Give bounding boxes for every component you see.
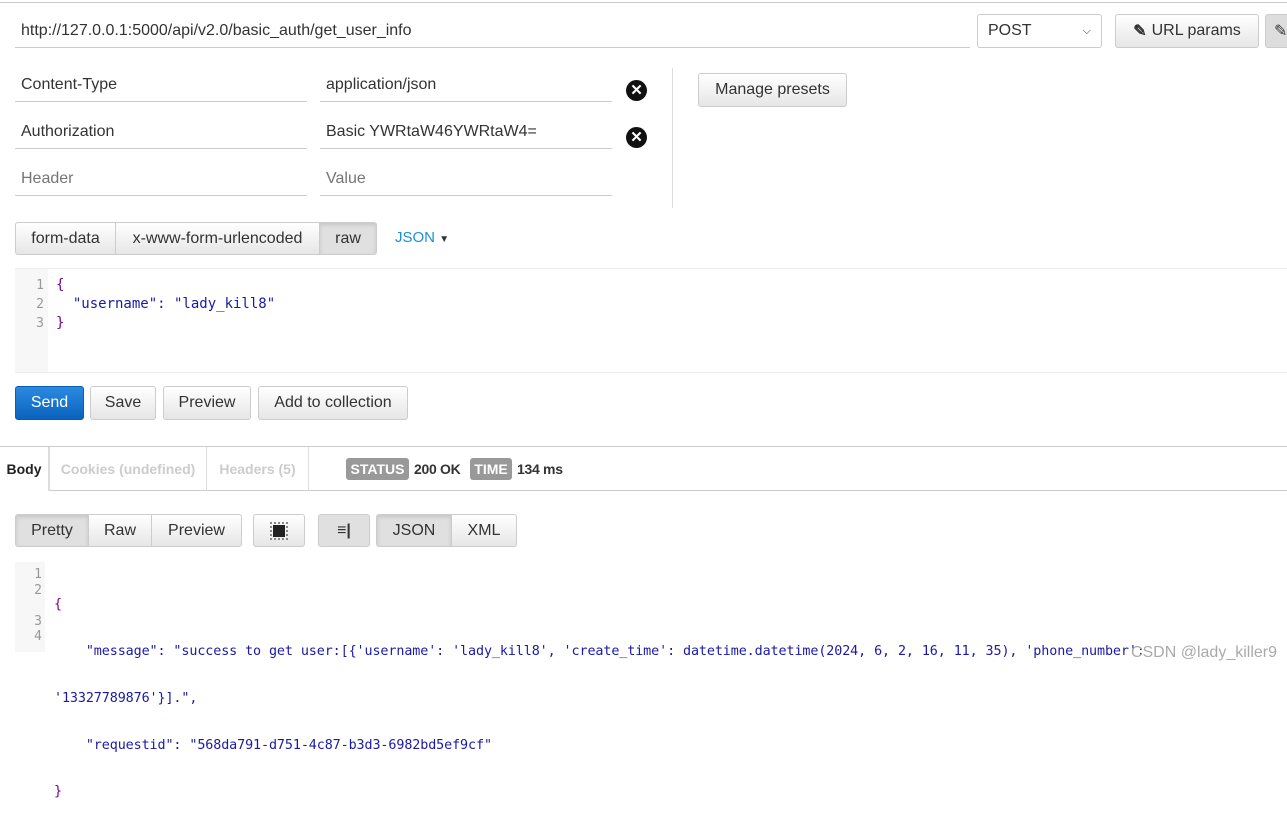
code-line: "message": "success to get user:[{'usern… bbox=[54, 643, 1145, 659]
url-input[interactable] bbox=[15, 14, 970, 48]
view-preview[interactable]: Preview bbox=[152, 515, 241, 546]
watermark: CSDN @lady_killer9 bbox=[1130, 644, 1277, 661]
header-value-input[interactable] bbox=[320, 115, 612, 149]
new-header-key-input[interactable] bbox=[15, 162, 307, 196]
code-line: "username": "lady_kill8" bbox=[56, 296, 276, 312]
url-params-button[interactable]: ✎ URL params bbox=[1115, 14, 1259, 48]
add-to-collection-button[interactable]: Add to collection bbox=[258, 386, 408, 420]
view-mode-group: Pretty Raw Preview bbox=[15, 514, 242, 547]
tab-cookies[interactable]: Cookies (undefined) bbox=[49, 447, 207, 491]
wrap-lines-icon: ≡| bbox=[337, 521, 351, 539]
line-number: 2 bbox=[34, 582, 42, 598]
code-line: "requestid": "568da791-d751-4c87-b3d3-69… bbox=[54, 737, 492, 753]
line-number: 1 bbox=[34, 567, 42, 582]
top-divider bbox=[0, 2, 1287, 3]
format-group: JSON XML bbox=[376, 514, 517, 547]
more-button[interactable]: ✎ bbox=[1265, 14, 1287, 48]
caret-down-icon: ▼ bbox=[439, 234, 450, 245]
chevron-down-icon: ⌵ bbox=[1082, 24, 1091, 37]
time-badge: TIME bbox=[470, 458, 512, 480]
request-body-code: { "username": "lady_kill8" } bbox=[56, 276, 275, 333]
url-params-label: URL params bbox=[1151, 22, 1241, 39]
save-button[interactable]: Save bbox=[90, 386, 156, 420]
body-mode-form-data[interactable]: form-data bbox=[16, 223, 116, 254]
raw-type-label: JSON bbox=[395, 229, 436, 246]
body-mode-group: form-data x-www-form-urlencoded raw bbox=[15, 222, 377, 255]
line-number bbox=[15, 598, 42, 614]
tab-body[interactable]: Body bbox=[0, 447, 49, 491]
divider bbox=[672, 68, 673, 208]
wrap-lines-button[interactable]: ≡| bbox=[318, 514, 370, 547]
edit-icon: ✎ bbox=[1274, 23, 1287, 40]
raw-type-dropdown[interactable]: JSON ▼ bbox=[395, 229, 449, 246]
time-value: 134 ms bbox=[517, 461, 563, 477]
header-key-input[interactable] bbox=[15, 115, 307, 149]
body-mode-urlencoded[interactable]: x-www-form-urlencoded bbox=[116, 223, 320, 254]
delete-header-icon[interactable]: ✕ bbox=[626, 80, 647, 101]
response-gutter: 1 2 3 4 bbox=[15, 562, 45, 652]
header-key-input[interactable] bbox=[15, 68, 307, 102]
response-body-code: { "message": "success to get user:[{'use… bbox=[54, 566, 1145, 816]
manage-presets-button[interactable]: Manage presets bbox=[698, 73, 847, 107]
view-raw[interactable]: Raw bbox=[89, 515, 152, 546]
code-line: { bbox=[56, 277, 65, 293]
view-pretty[interactable]: Pretty bbox=[16, 515, 89, 546]
line-number: 3 bbox=[34, 613, 42, 629]
format-json[interactable]: JSON bbox=[377, 515, 452, 546]
status-badge: STATUS bbox=[346, 458, 409, 480]
method-select[interactable]: POST ⌵ bbox=[977, 14, 1102, 48]
editor-gutter: 123 bbox=[15, 269, 48, 372]
new-header-value-input[interactable] bbox=[320, 162, 612, 196]
code-line: } bbox=[54, 784, 62, 800]
status-value: 200 OK bbox=[414, 461, 461, 477]
line-number: 4 bbox=[34, 629, 42, 645]
fullscreen-icon bbox=[270, 521, 288, 540]
manage-presets-label: Manage presets bbox=[715, 81, 830, 98]
fullscreen-button[interactable] bbox=[253, 514, 305, 547]
body-mode-raw[interactable]: raw bbox=[320, 223, 376, 254]
format-xml[interactable]: XML bbox=[452, 515, 516, 546]
code-line: '13327789876'}].", bbox=[54, 690, 198, 706]
header-value-input[interactable] bbox=[320, 68, 612, 102]
code-line: { bbox=[54, 597, 62, 613]
tab-headers[interactable]: Headers (5) bbox=[207, 447, 309, 491]
edit-icon: ✎ bbox=[1133, 23, 1147, 40]
code-line: } bbox=[56, 315, 65, 331]
send-button[interactable]: Send bbox=[15, 386, 84, 420]
preview-button[interactable]: Preview bbox=[163, 386, 251, 420]
delete-header-icon[interactable]: ✕ bbox=[626, 127, 647, 148]
method-value: POST bbox=[988, 22, 1032, 39]
